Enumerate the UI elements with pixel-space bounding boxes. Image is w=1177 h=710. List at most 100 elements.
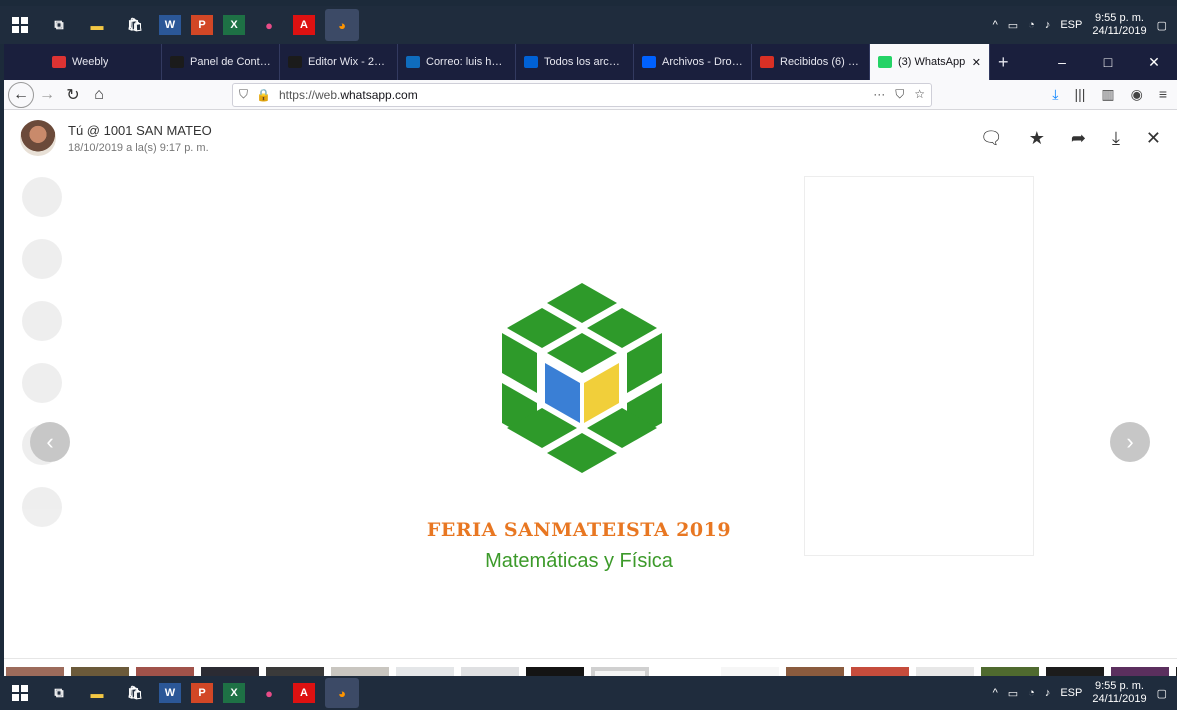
firefox-icon[interactable]: ◕: [325, 678, 359, 708]
clock-date: 24/11/2019: [1092, 693, 1147, 705]
forward-icon[interactable]: →: [34, 82, 60, 108]
shield-icon[interactable]: ⛉: [239, 87, 248, 102]
browser-tab[interactable]: Correo: luis humb: [398, 44, 516, 80]
media-thumbnail[interactable]: [71, 666, 129, 676]
media-thumbnail[interactable]: [396, 666, 454, 676]
download-icon[interactable]: ⤓: [1052, 86, 1058, 103]
taskbar-bottom: ⧉ ▬ 🛍 W P X ● A ◕ ^ ▭ ◔ ♪ ESP 9:55 p. m.…: [0, 676, 1177, 710]
maps-icon[interactable]: ●: [255, 12, 283, 38]
task-view-icon[interactable]: ⧉: [45, 680, 73, 706]
start-button[interactable]: [0, 17, 40, 33]
media-thumbnail[interactable]: [851, 666, 909, 676]
word-icon[interactable]: W: [159, 15, 181, 35]
download-media-icon[interactable]: ⤓: [1112, 128, 1120, 149]
store-icon[interactable]: 🛍: [121, 680, 149, 706]
excel-icon[interactable]: X: [223, 15, 245, 35]
media-thumbnail[interactable]: [721, 666, 779, 676]
volume-icon[interactable]: ♪: [1045, 19, 1051, 31]
browser-tab[interactable]: Recibidos (6) - lui: [752, 44, 870, 80]
browser-tab[interactable]: Panel de Control |: [162, 44, 280, 80]
word-icon[interactable]: W: [159, 683, 181, 703]
clock[interactable]: 9:55 p. m. 24/11/2019: [1092, 12, 1146, 38]
pocket-icon[interactable]: ⛉: [895, 87, 904, 102]
media-thumbnail[interactable]: [6, 666, 64, 676]
battery-icon[interactable]: ▭: [1008, 687, 1018, 700]
acrobat-icon[interactable]: A: [293, 683, 315, 703]
file-explorer-icon[interactable]: ▬: [83, 680, 111, 706]
media-thumbnail[interactable]: [786, 666, 844, 676]
address-bar[interactable]: ⛉ 🔒 https://web.whatsapp.com ··· ⛉ ☆: [232, 82, 932, 107]
clock-time: 9:55 p. m.: [1095, 680, 1144, 692]
chevron-up-icon[interactable]: ^: [993, 19, 998, 31]
next-media-button[interactable]: ›: [1110, 422, 1150, 462]
language-indicator[interactable]: ESP: [1060, 19, 1082, 31]
close-window-icon[interactable]: ✕: [1131, 54, 1177, 71]
powerpoint-icon[interactable]: P: [191, 683, 213, 703]
firefox-icon[interactable]: ◕: [325, 9, 359, 41]
media-viewer: Tú @ 1001 SAN MATEO 18/10/2019 a la(s) 9…: [4, 110, 1177, 676]
media-thumbnail[interactable]: [266, 666, 324, 676]
sidebar-icon[interactable]: ▥: [1101, 86, 1114, 103]
notifications-icon[interactable]: ▢: [1157, 687, 1167, 700]
media-thumbnail[interactable]: [916, 666, 974, 676]
browser-tab[interactable]: Todos los archivos: [516, 44, 634, 80]
page-actions-icon[interactable]: ···: [873, 87, 885, 102]
media-thumbnail[interactable]: [201, 666, 259, 676]
media-thumbnail[interactable]: [526, 666, 584, 676]
media-thumbnail[interactable]: [591, 666, 649, 676]
start-button-bottom[interactable]: [0, 685, 40, 701]
wifi-icon[interactable]: ◔: [1028, 19, 1035, 31]
clock[interactable]: 9:55 p. m. 24/11/2019: [1092, 680, 1146, 706]
tab-label: (3) WhatsApp: [898, 56, 966, 68]
forward-icon[interactable]: ➦: [1071, 128, 1086, 149]
reload-icon[interactable]: ↻: [60, 82, 86, 108]
media-thumbnail[interactable]: [1046, 666, 1104, 676]
browser-tab[interactable]: (3) WhatsApp ✕: [870, 44, 990, 80]
ghost-chat-list: [14, 166, 354, 586]
menu-icon[interactable]: ≡: [1159, 86, 1167, 103]
wifi-icon[interactable]: ◔: [1028, 687, 1035, 699]
powerpoint-icon[interactable]: P: [191, 15, 213, 35]
star-icon[interactable]: ★: [1029, 128, 1045, 149]
browser-tab[interactable]: Archivos - Dropbo: [634, 44, 752, 80]
file-explorer-icon[interactable]: ▬: [83, 12, 111, 38]
extension-icon[interactable]: ◉: [1131, 86, 1143, 103]
browser-tab[interactable]: Editor Wix - 2000: [280, 44, 398, 80]
close-tab-icon[interactable]: ✕: [972, 56, 981, 69]
library-icon[interactable]: |||: [1074, 86, 1085, 103]
task-view-icon[interactable]: ⧉: [45, 12, 73, 38]
windows-icon: [12, 685, 28, 701]
battery-icon[interactable]: ▭: [1008, 19, 1018, 32]
volume-icon[interactable]: ♪: [1045, 687, 1051, 699]
minimize-icon[interactable]: –: [1039, 54, 1085, 70]
viewer-actions: 🗨 ★ ➦ ⤓ ✕: [980, 128, 1161, 149]
excel-icon[interactable]: X: [223, 683, 245, 703]
media-thumbnail[interactable]: [331, 666, 389, 676]
bookmark-star-icon[interactable]: ☆: [914, 87, 925, 102]
lock-icon[interactable]: 🔒: [256, 88, 271, 102]
previous-media-button[interactable]: ‹: [30, 422, 70, 462]
maps-icon[interactable]: ●: [255, 680, 283, 706]
store-icon[interactable]: 🛍: [121, 12, 149, 38]
tab-favicon-icon: [406, 56, 420, 68]
back-icon[interactable]: ←: [8, 81, 34, 108]
go-to-message-icon[interactable]: 🗨: [980, 128, 1003, 149]
acrobat-icon[interactable]: A: [293, 15, 315, 35]
home-icon[interactable]: ⌂: [86, 82, 112, 108]
chevron-right-icon: ›: [1126, 429, 1134, 454]
avatar[interactable]: [20, 120, 56, 156]
media-thumbnail[interactable]: GIF: [136, 666, 194, 676]
media-thumbnail[interactable]: [656, 666, 714, 676]
chevron-up-icon[interactable]: ^: [993, 687, 998, 699]
new-tab-button[interactable]: +: [990, 44, 1026, 80]
media-thumbnail[interactable]: [1111, 666, 1169, 676]
maximize-icon[interactable]: □: [1085, 54, 1131, 70]
notifications-icon[interactable]: ▢: [1157, 19, 1167, 32]
close-icon[interactable]: ✕: [1146, 128, 1161, 149]
media-thumbnail[interactable]: [461, 666, 519, 676]
media-thumbnail[interactable]: 4:00: [981, 666, 1039, 676]
language-indicator[interactable]: ESP: [1060, 687, 1082, 699]
browser-tab[interactable]: Weebly: [44, 44, 162, 80]
url-text: https://web.whatsapp.com: [278, 87, 418, 102]
windows-icon: [12, 17, 28, 33]
